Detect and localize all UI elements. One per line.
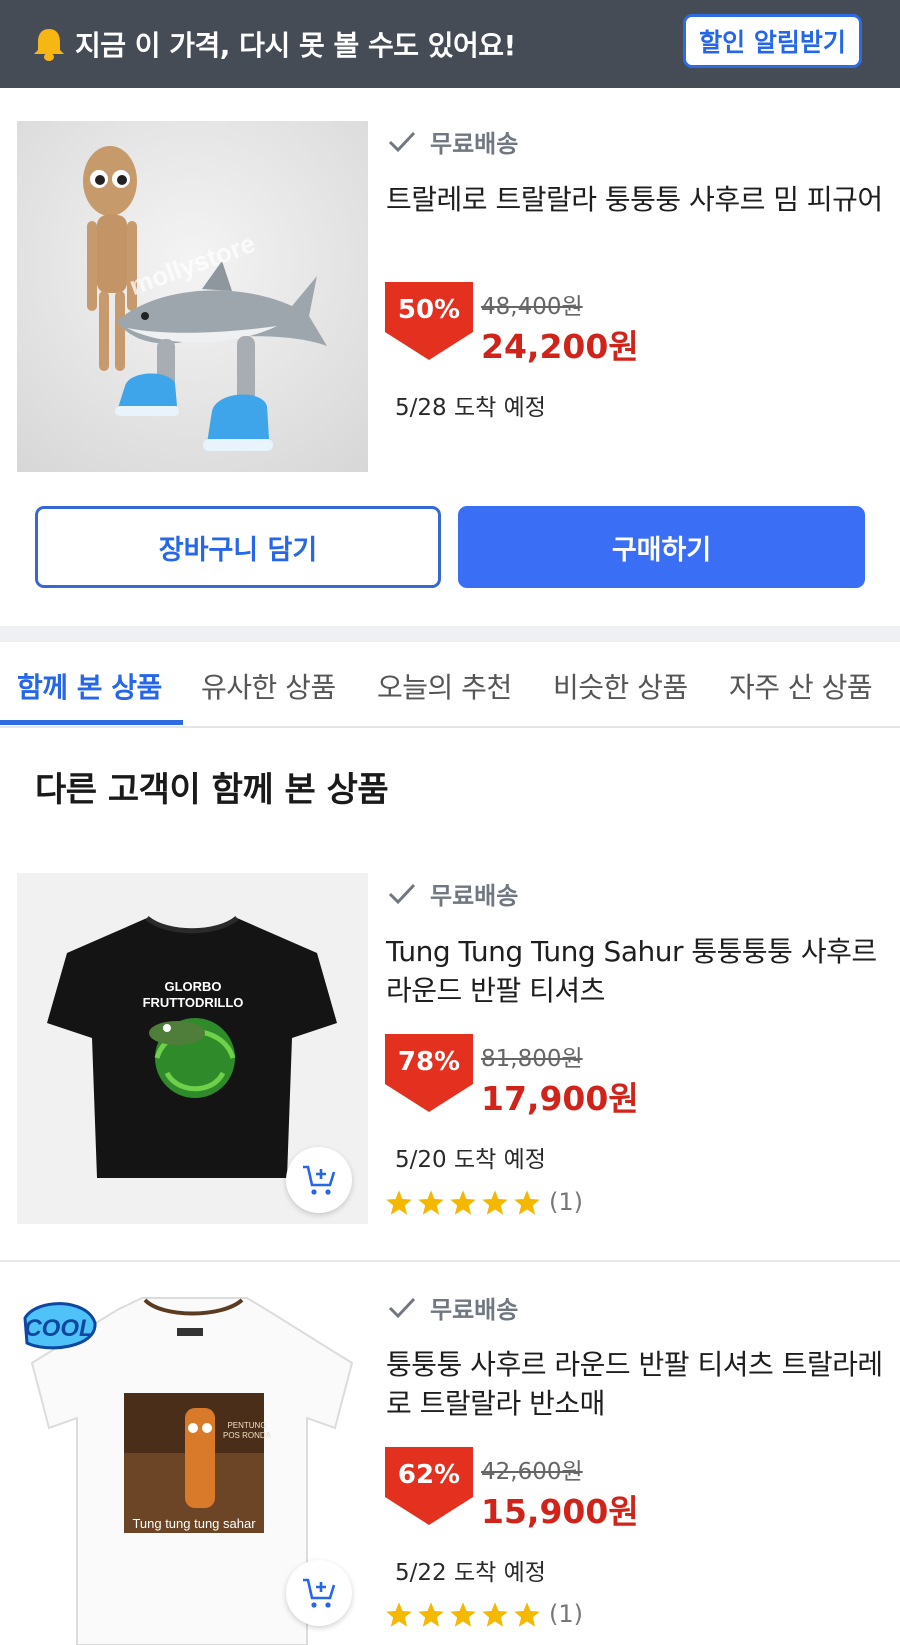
original-price: 81,800원 (481, 1046, 583, 1072)
free-shipping-label: 무료배송 (388, 124, 518, 159)
price-alert-button[interactable]: 할인 알림받기 (683, 14, 862, 68)
add-to-cart-button[interactable]: 장바구니 담기 (35, 506, 441, 588)
rec-title-1[interactable]: Tung Tung Tung Sahur 퉁퉁퉁퉁 사후르 라운드 반팔 티셔츠 (386, 932, 886, 1010)
tab-today-pick[interactable]: 오늘의 추천 (377, 666, 512, 706)
shirt-sign-line2: POS RONDA (223, 1431, 272, 1440)
original-price: 48,400원 (481, 294, 583, 320)
buy-now-button[interactable]: 구매하기 (458, 506, 865, 588)
check-icon (388, 131, 416, 152)
product-image[interactable]: mollystore (17, 121, 368, 472)
tab-viewed-together[interactable]: 함께 본 상품 (17, 666, 162, 706)
delivery-estimate: 5/20 도착 예정 (395, 1147, 546, 1173)
star-icon (514, 1601, 540, 1627)
recommendation-tabs: 함께 본 상품 유사한 상품 오늘의 추천 비슷한 상품 자주 산 상품 (0, 642, 900, 728)
sale-price: 15,900원 (481, 1492, 639, 1531)
shirt-caption: Tung tung tung sahar (132, 1516, 256, 1531)
sale-price: 24,200원 (481, 327, 639, 366)
section-gap (0, 626, 900, 642)
section-title: 다른 고객이 함께 본 상품 (35, 770, 389, 810)
tab-similar[interactable]: 유사한 상품 (201, 666, 336, 706)
star-icon (418, 1189, 444, 1215)
top-banner: 지금 이 가격, 다시 못 볼 수도 있어요! 할인 알림받기 (0, 0, 900, 88)
add-to-cart-icon-button-2[interactable] (286, 1560, 352, 1626)
sale-price: 17,900원 (481, 1079, 639, 1118)
free-shipping-label: 무료배송 (388, 876, 518, 911)
star-icon (386, 1189, 412, 1215)
cool-sticker: COOL (24, 1315, 93, 1342)
divider (0, 1260, 900, 1262)
free-shipping-text: 무료배송 (430, 130, 519, 158)
discount-text: 50% (397, 295, 461, 325)
active-tab-indicator (0, 720, 183, 725)
delivery-estimate: 5/28 도착 예정 (395, 395, 546, 421)
banner-message: 지금 이 가격, 다시 못 볼 수도 있어요! (75, 29, 516, 62)
shirt-sign-line1: PENTUNG (227, 1421, 266, 1430)
free-shipping-text: 무료배송 (430, 882, 519, 910)
check-icon (388, 1297, 416, 1318)
cart-plus-icon (303, 1578, 336, 1608)
star-icon (450, 1601, 476, 1627)
free-shipping-label: 무료배송 (388, 1290, 518, 1325)
review-count: (1) (549, 1188, 583, 1216)
discount-text: 62% (397, 1460, 461, 1490)
discount-badge: 50% (385, 282, 473, 360)
star-icon (514, 1189, 540, 1215)
tab-frequently-bought[interactable]: 자주 산 상품 (729, 666, 873, 706)
shirt-print-line2: FRUTTODRILLO (143, 995, 244, 1010)
discount-badge: 62% (385, 1447, 473, 1525)
bell-icon (34, 29, 64, 61)
free-shipping-text: 무료배송 (430, 1296, 519, 1324)
delivery-estimate: 5/22 도착 예정 (395, 1560, 546, 1586)
star-icon (482, 1189, 508, 1215)
rating-stars: (1) (385, 1188, 583, 1216)
cart-plus-icon (303, 1165, 336, 1195)
tab-alike[interactable]: 비슷한 상품 (553, 666, 688, 706)
rec-title-2[interactable]: 퉁퉁퉁 사후르 라운드 반팔 티셔츠 트랄라레로 트랄랄라 반소매 (386, 1345, 886, 1423)
discount-text: 78% (397, 1047, 461, 1077)
star-icon (450, 1189, 476, 1215)
star-icon (482, 1601, 508, 1627)
star-icon (386, 1601, 412, 1627)
discount-badge: 78% (385, 1034, 473, 1112)
review-count: (1) (549, 1600, 583, 1628)
add-to-cart-icon-button-1[interactable] (286, 1147, 352, 1213)
star-icon (418, 1601, 444, 1627)
shirt-print-line1: GLORBO (164, 979, 221, 994)
original-price: 42,600원 (481, 1459, 583, 1485)
product-title[interactable]: 트랄레로 트랄랄라 퉁퉁퉁 사후르 밈 피규어 (386, 180, 886, 219)
rating-stars: (1) (385, 1600, 583, 1628)
check-icon (388, 883, 416, 904)
